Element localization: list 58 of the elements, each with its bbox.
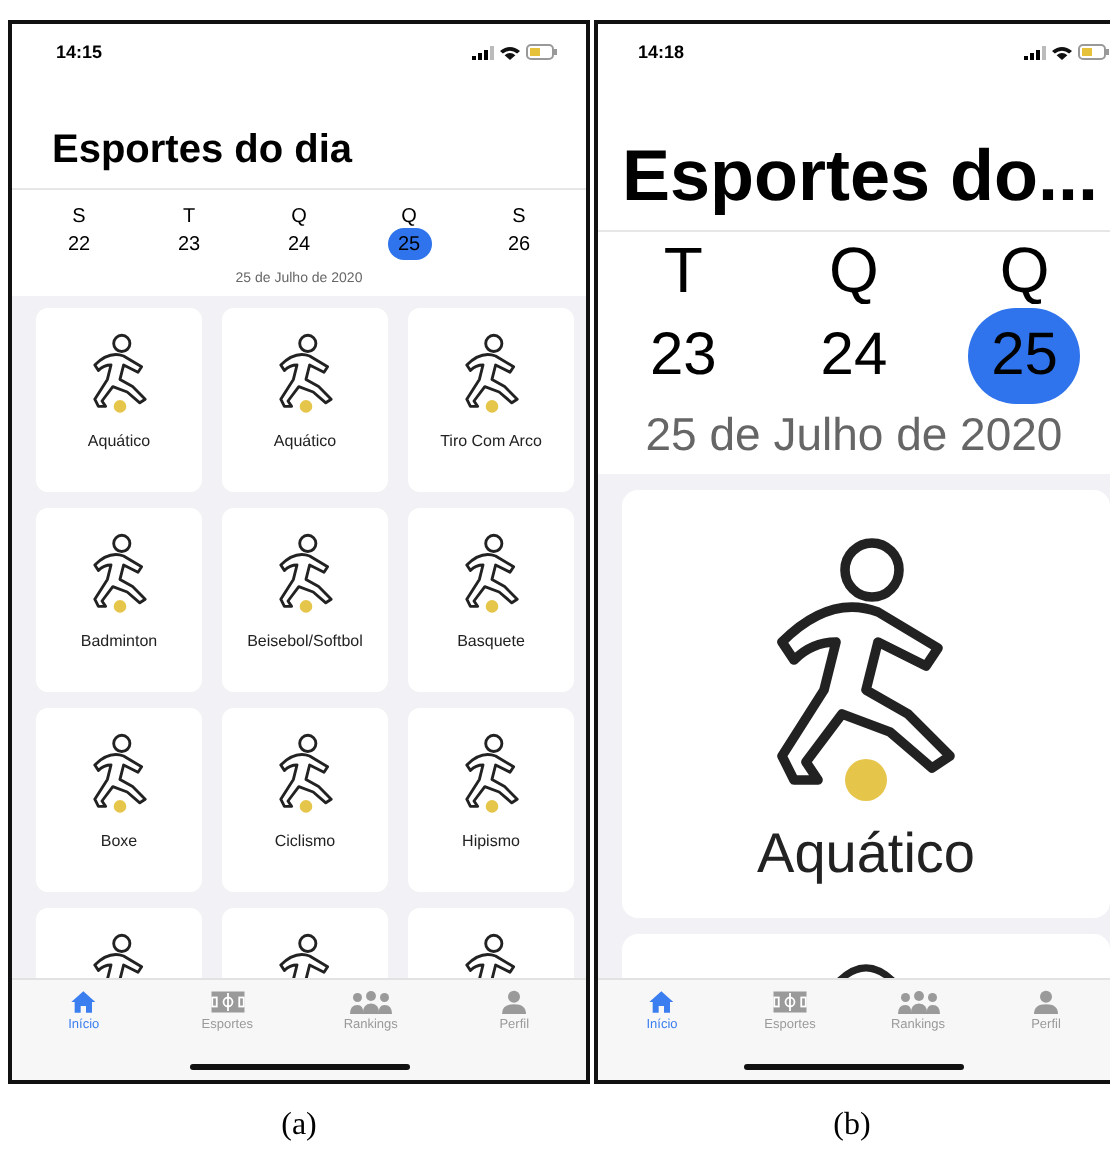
group-icon bbox=[349, 990, 392, 1014]
sport-card[interactable]: Boxe bbox=[36, 708, 202, 892]
weekday-letter: Q bbox=[401, 206, 417, 228]
sport-card[interactable]: Hipismo bbox=[408, 708, 574, 892]
field-icon bbox=[209, 990, 246, 1014]
weekday-letter: S bbox=[512, 206, 526, 228]
weekday-letter: Q bbox=[999, 232, 1050, 308]
signal-icon bbox=[1024, 45, 1046, 59]
field-icon bbox=[772, 990, 808, 1014]
weekday-letter: Q bbox=[291, 206, 307, 228]
signal-icon bbox=[472, 45, 494, 59]
sport-card[interactable]: Badminton bbox=[36, 508, 202, 692]
day-number[interactable]: 25 bbox=[387, 228, 431, 260]
day-number[interactable]: 25 bbox=[968, 308, 1081, 404]
page-title: Esportes do... bbox=[622, 134, 1099, 218]
sport-name: Tiro Com Arco bbox=[440, 432, 542, 450]
person-icon bbox=[502, 990, 527, 1014]
day-number[interactable]: 23 bbox=[627, 308, 740, 404]
sport-card[interactable]: Aquático bbox=[36, 308, 202, 492]
sport-name: Badminton bbox=[80, 632, 158, 650]
battery-icon bbox=[1078, 44, 1110, 60]
battery-icon bbox=[526, 44, 558, 60]
sport-card[interactable]: Aquático bbox=[222, 308, 388, 492]
weekday-letter: Q bbox=[829, 232, 879, 308]
figure-caption: (a) bbox=[281, 1108, 317, 1144]
sport-name: Aquático bbox=[273, 432, 337, 450]
day-number[interactable]: 24 bbox=[797, 308, 910, 404]
group-icon bbox=[897, 990, 939, 1014]
sport-name: Ciclismo bbox=[274, 832, 336, 850]
sport-card[interactable]: Tiro Com Arco bbox=[408, 308, 574, 492]
day-number[interactable]: 26 bbox=[497, 228, 541, 260]
status-time: 14:15 bbox=[56, 42, 103, 62]
day-number[interactable]: 22 bbox=[57, 228, 101, 260]
weekday-letter: S bbox=[72, 206, 86, 228]
figure-caption: (b) bbox=[833, 1108, 871, 1144]
weekday-letter: T bbox=[663, 232, 703, 308]
page-title: Esportes do dia bbox=[52, 128, 353, 174]
sport-card[interactable]: Aquático bbox=[622, 490, 1110, 918]
home-icon bbox=[648, 990, 676, 1014]
date-label: 25 de Julho de 2020 bbox=[643, 406, 1065, 464]
sport-name: Aquático bbox=[87, 432, 151, 450]
sport-card[interactable]: Ciclismo bbox=[222, 708, 388, 892]
sport-name: Basquete bbox=[457, 632, 525, 650]
home-icon bbox=[70, 990, 98, 1014]
sport-card[interactable]: Beisebol/Softbol bbox=[222, 508, 388, 692]
sport-name: Boxe bbox=[100, 832, 138, 850]
weekday-letter: T bbox=[182, 206, 196, 228]
wifi-icon bbox=[1052, 45, 1072, 59]
sport-card[interactable]: Basquete bbox=[408, 508, 574, 692]
head-icon bbox=[834, 964, 898, 978]
sport-name: Hipismo bbox=[462, 832, 520, 850]
wifi-icon bbox=[500, 45, 520, 59]
status-time: 14:18 bbox=[638, 42, 685, 62]
person-icon bbox=[1034, 990, 1058, 1014]
day-number[interactable]: 24 bbox=[277, 228, 321, 260]
sport-name: Beisebol/Softbol bbox=[247, 632, 363, 650]
day-number[interactable]: 23 bbox=[167, 228, 211, 260]
sport-name: Aquático bbox=[757, 822, 975, 886]
